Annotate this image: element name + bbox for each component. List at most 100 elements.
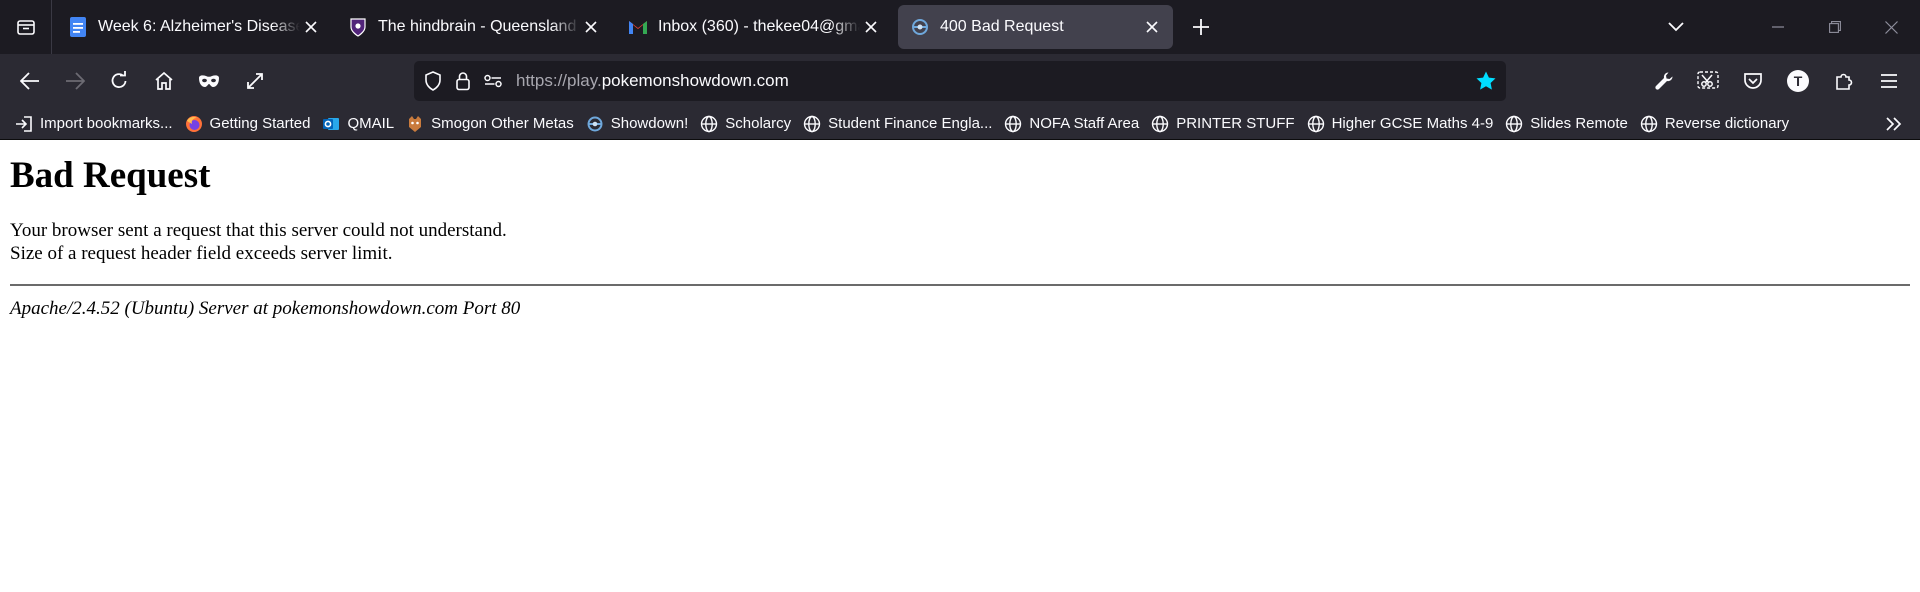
bookmark-slides-remote[interactable]: Slides Remote	[1500, 110, 1635, 138]
url-host: pokemonshowdown.com	[601, 71, 789, 90]
account-button[interactable]: T	[1779, 62, 1817, 100]
outlook-icon	[321, 114, 341, 134]
tab-title: Inbox (360) - thekee04@gmail.com	[658, 18, 860, 35]
tracking-protection-icon[interactable]	[418, 61, 448, 101]
screenshot-button[interactable]	[1689, 62, 1727, 100]
globe-icon	[1003, 114, 1023, 134]
tools-button[interactable]	[1645, 62, 1683, 100]
firefox-view-icon	[16, 20, 35, 35]
firefox-view-button[interactable]	[0, 0, 52, 54]
close-tab-icon[interactable]	[300, 16, 322, 38]
reload-button[interactable]	[100, 62, 138, 100]
url-text[interactable]: https://play.pokemonshowdown.com	[516, 71, 789, 91]
list-all-tabs-button[interactable]	[1656, 7, 1696, 47]
bookmark-scholarcy[interactable]: Scholarcy	[695, 110, 798, 138]
bookmark-label: Import bookmarks...	[40, 115, 173, 132]
bookmark-label: NOFA Staff Area	[1029, 115, 1140, 132]
app-menu-button[interactable]	[1870, 62, 1908, 100]
tab-title: 400 Bad Request	[940, 18, 1064, 35]
expand-icon	[247, 73, 263, 89]
bookmark-gcse-maths[interactable]: Higher GCSE Maths 4-9	[1302, 110, 1501, 138]
bookmark-label: PRINTER STUFF	[1176, 115, 1295, 132]
back-button[interactable]	[11, 62, 49, 100]
double-chevron-right-icon	[1886, 117, 1902, 131]
error-line-2: Size of a request header field exceeds s…	[10, 243, 393, 264]
import-icon	[14, 114, 34, 134]
avatar-initial: T	[1794, 73, 1803, 89]
chevron-down-icon	[1668, 22, 1684, 32]
url-prefix: https://play.	[516, 71, 602, 90]
error-line-1: Your browser sent a request that this se…	[10, 220, 507, 241]
extensions-button[interactable]	[1825, 62, 1863, 100]
private-browsing-button[interactable]	[190, 62, 228, 100]
error-message: Your browser sent a request that this se…	[10, 219, 1910, 265]
tab-queensland-brain[interactable]: The hindbrain - Queensland Brain Institu…	[336, 5, 612, 49]
tab-google-docs[interactable]: Week 6: Alzheimer's Disease - Google Doc…	[56, 5, 332, 49]
firefox-icon	[184, 114, 204, 134]
tab-title: The hindbrain - Queensland Brain Institu…	[378, 18, 580, 35]
bookmark-reverse-dictionary[interactable]: Reverse dictionary	[1635, 110, 1796, 138]
new-tab-button[interactable]	[1181, 7, 1221, 47]
arrow-right-icon	[66, 72, 85, 90]
home-button[interactable]	[145, 62, 183, 100]
bookmark-qmail[interactable]: QMAIL	[317, 110, 401, 138]
bookmarks-overflow-button[interactable]	[1880, 110, 1908, 138]
bookmark-label: Showdown!	[610, 115, 689, 132]
bookmark-printer-stuff[interactable]: PRINTER STUFF	[1146, 110, 1301, 138]
tab-bad-request[interactable]: 400 Bad Request	[898, 5, 1173, 49]
close-tab-icon[interactable]	[580, 16, 602, 38]
tab-title: Week 6: Alzheimer's Disease - Google Doc…	[98, 18, 300, 35]
server-signature: Apache/2.4.52 (Ubuntu) Server at pokemon…	[10, 298, 521, 319]
bookmark-label: Slides Remote	[1530, 115, 1628, 132]
tab-strip: Week 6: Alzheimer's Disease - Google Doc…	[0, 0, 1920, 54]
globe-icon	[1150, 114, 1170, 134]
bookmark-label: Higher GCSE Maths 4-9	[1331, 115, 1494, 132]
fullscreen-button[interactable]	[236, 62, 274, 100]
bookmark-student-finance[interactable]: Student Finance Engla...	[798, 110, 999, 138]
globe-icon	[699, 114, 719, 134]
bookmark-label: QMAIL	[347, 115, 395, 132]
avatar: T	[1787, 70, 1809, 92]
reload-icon	[111, 71, 127, 89]
bookmark-label: Scholarcy	[725, 115, 792, 132]
scissors-icon	[1697, 71, 1719, 89]
bookmark-star-icon[interactable]	[1472, 67, 1500, 95]
uq-shield-icon	[348, 17, 368, 37]
bookmark-showdown[interactable]: Showdown!	[581, 110, 696, 138]
permissions-icon[interactable]	[478, 61, 508, 101]
bookmark-label: Reverse dictionary	[1664, 115, 1790, 132]
arrow-left-icon	[20, 72, 39, 90]
lock-icon[interactable]	[448, 61, 478, 101]
restore-button[interactable]	[1806, 0, 1863, 54]
divider	[10, 284, 1910, 286]
showdown-icon	[910, 17, 930, 37]
bookmarks-toolbar: Import bookmarks... Getting Started QMAI…	[0, 108, 1920, 140]
bookmark-label: Getting Started	[209, 115, 311, 132]
wrench-icon	[1655, 72, 1673, 90]
bookmark-getting-started[interactable]: Getting Started	[180, 110, 318, 138]
globe-icon	[802, 114, 822, 134]
close-tab-icon[interactable]	[860, 16, 882, 38]
bookmark-label: Student Finance Engla...	[828, 115, 993, 132]
page-title: Bad Request	[10, 155, 211, 196]
close-tab-icon[interactable]	[1141, 16, 1163, 38]
bookmark-import[interactable]: Import bookmarks...	[10, 110, 180, 138]
pocket-button[interactable]	[1734, 62, 1772, 100]
restore-icon	[1828, 21, 1841, 33]
minimize-button[interactable]	[1749, 0, 1806, 54]
navigation-toolbar: https://play.pokemonshowdown.com T	[0, 54, 1920, 108]
globe-icon	[1639, 114, 1659, 134]
close-window-button[interactable]	[1863, 0, 1920, 54]
bookmark-smogon[interactable]: Smogon Other Metas	[401, 110, 581, 138]
close-icon	[1885, 20, 1898, 34]
hamburger-menu-icon	[1881, 74, 1897, 88]
showdown-icon	[585, 114, 605, 134]
smogon-icon	[405, 114, 425, 134]
bookmark-nofa-staff[interactable]: NOFA Staff Area	[999, 110, 1146, 138]
forward-button[interactable]	[56, 62, 94, 100]
window-controls	[1749, 0, 1920, 54]
url-bar[interactable]: https://play.pokemonshowdown.com	[414, 61, 1506, 101]
gmail-icon	[628, 17, 648, 37]
tab-gmail[interactable]: Inbox (360) - thekee04@gmail.com	[616, 5, 892, 49]
globe-icon	[1504, 114, 1524, 134]
